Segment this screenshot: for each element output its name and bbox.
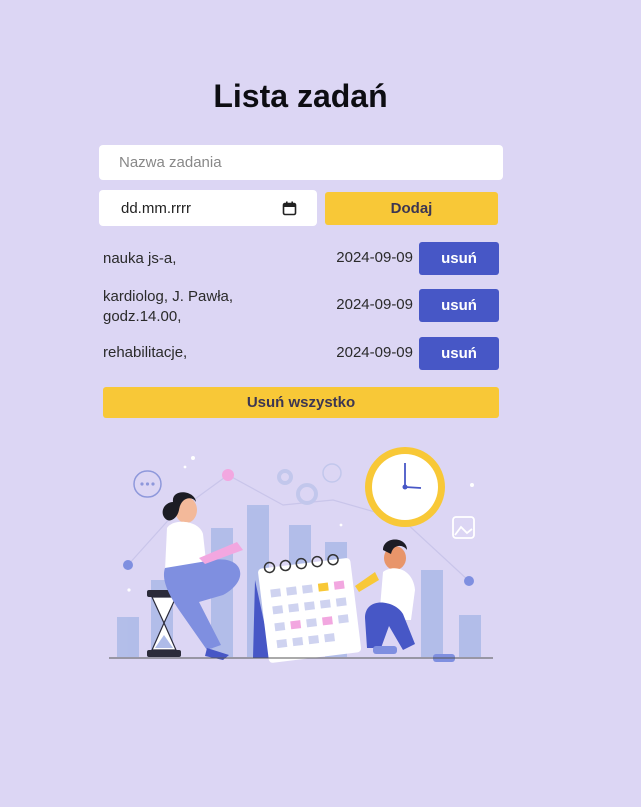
date-placeholder: dd.mm.rrrr	[121, 199, 191, 217]
task-date: 2024-09-09	[336, 344, 413, 361]
calendar-icon[interactable]	[282, 201, 297, 216]
task-name: rehabilitacje,	[103, 344, 188, 361]
task-date: 2024-09-09	[336, 296, 413, 313]
task-row: rehabilitacje, 2024-09-09 usuń	[103, 337, 499, 370]
task-name: kardiolog, J. Pawła, godz.14.00,	[103, 287, 233, 327]
task-name: nauka js-a,	[103, 250, 177, 267]
task-row: kardiolog, J. Pawła, godz.14.00, 2024-09…	[103, 286, 499, 330]
productivity-illustration	[103, 430, 499, 670]
task-name-input[interactable]	[99, 145, 503, 180]
task-date: 2024-09-09	[336, 249, 413, 266]
delete-task-button[interactable]: usuń	[419, 242, 499, 275]
delete-task-button[interactable]: usuń	[419, 337, 499, 370]
page-title: Lista zadań	[213, 78, 388, 114]
add-button[interactable]: Dodaj	[325, 192, 498, 225]
task-date-input[interactable]: dd.mm.rrrr	[99, 190, 317, 226]
task-name-line: kardiolog, J. Pawła,	[103, 288, 234, 305]
task-row: nauka js-a, 2024-09-09 usuń	[103, 242, 499, 275]
task-name-line: godz.14.00,	[103, 308, 182, 325]
clear-all-button[interactable]: Usuń wszystko	[103, 387, 499, 418]
delete-task-button[interactable]: usuń	[419, 289, 499, 322]
